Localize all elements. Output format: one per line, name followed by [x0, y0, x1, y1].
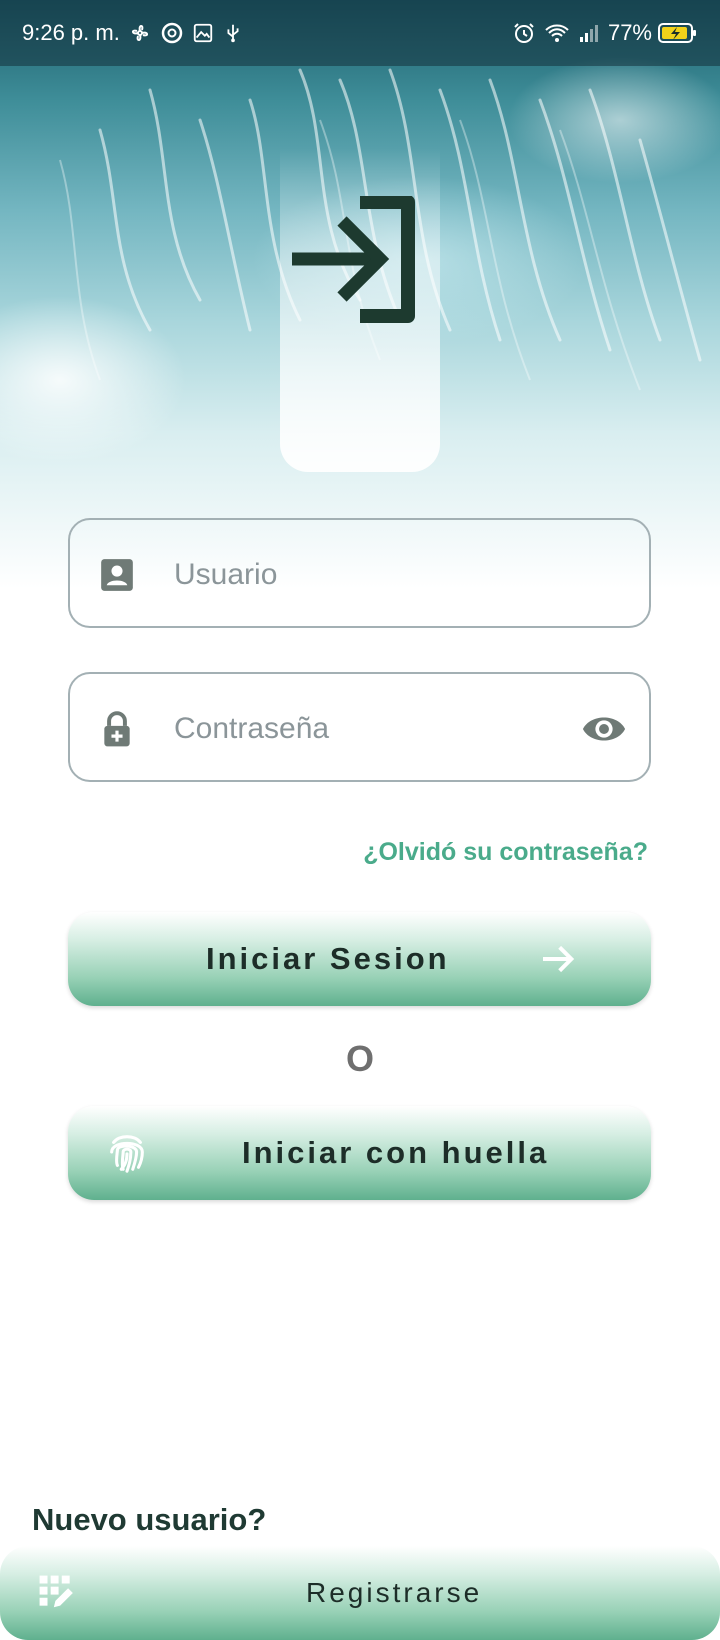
fingerprint-button-label: Iniciar con huella [242, 1135, 550, 1170]
password-field[interactable] [68, 672, 651, 782]
fingerprint-login-button[interactable]: Iniciar con huella [68, 1106, 651, 1200]
register-button[interactable]: Registrarse [0, 1546, 720, 1640]
at-circle-icon [160, 21, 184, 45]
register-button-label: Registrarse [306, 1577, 483, 1608]
image-icon [192, 22, 214, 44]
eye-icon[interactable] [581, 709, 627, 749]
forgot-password-link[interactable]: ¿Olvidó su contraseña? [363, 838, 648, 867]
arrow-right-icon [538, 939, 578, 979]
battery-level: 77% [607, 20, 652, 45]
or-separator: O [345, 1038, 374, 1079]
login-arrow-icon [288, 195, 430, 326]
grid-edit-icon [38, 1574, 76, 1612]
new-user-prompt: Nuevo usuario? [32, 1502, 267, 1537]
lock-plus-icon [98, 710, 136, 748]
alarm-icon [512, 21, 536, 45]
battery-charging-icon [658, 21, 698, 45]
status-time: 9:26 p. m. [22, 20, 120, 45]
username-input[interactable] [172, 548, 556, 602]
usb-icon [222, 21, 244, 45]
signal-icon [578, 21, 600, 45]
fan-icon [128, 21, 152, 45]
wifi-icon [544, 21, 570, 45]
status-bar: 9:26 p. m. 77% [0, 0, 720, 66]
password-input[interactable] [172, 702, 556, 756]
account-box-icon [98, 556, 136, 594]
login-button-label: Iniciar Sesion [206, 941, 450, 976]
battery-indicator: 77% [608, 20, 698, 46]
login-button[interactable]: Iniciar Sesion [68, 912, 651, 1006]
fingerprint-icon [104, 1129, 150, 1175]
username-field[interactable] [68, 518, 651, 628]
